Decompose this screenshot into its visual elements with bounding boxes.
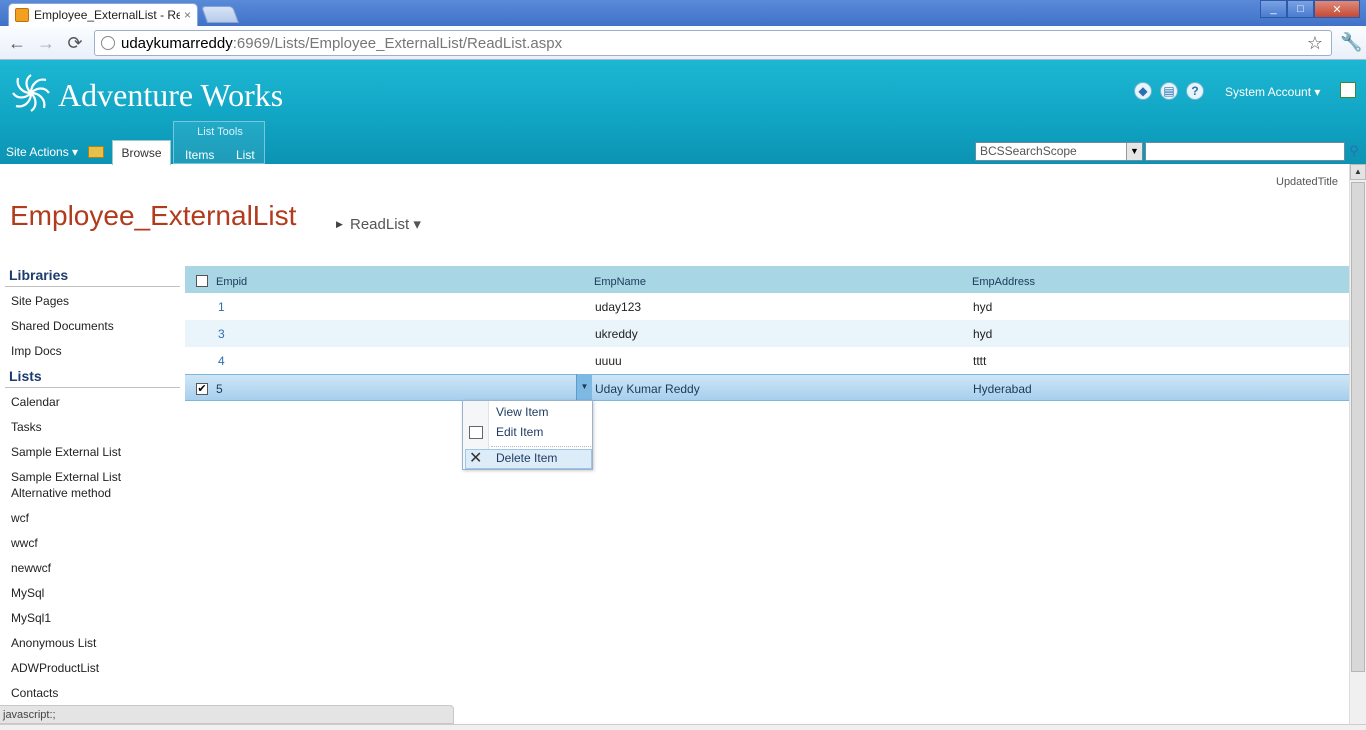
cell-empname: uday123: [595, 300, 642, 314]
scroll-thumb[interactable]: [1351, 182, 1365, 672]
header-icons: ◆ ▤ ?: [1134, 82, 1204, 100]
tab-browse[interactable]: Browse: [112, 140, 171, 165]
reload-button[interactable]: ⟳: [64, 32, 86, 54]
item-context-menu: View Item Edit Item ✕ Delete Item: [462, 400, 593, 470]
cell-empaddress: tttt: [973, 354, 987, 368]
quicklaunch-item[interactable]: MySql: [11, 585, 181, 601]
view-selector[interactable]: ReadList ▾: [350, 215, 421, 233]
close-window-button[interactable]: ✕: [1314, 0, 1360, 18]
quicklaunch-item[interactable]: wwcf: [11, 535, 181, 551]
quicklaunch-item[interactable]: Calendar: [11, 394, 181, 410]
quicklaunch-item[interactable]: newwcf: [11, 560, 181, 576]
cell-empaddress: hyd: [973, 300, 993, 314]
tag-icon[interactable]: ◆: [1134, 82, 1152, 100]
minimize-button[interactable]: _: [1260, 0, 1287, 18]
dropdown-arrow-icon[interactable]: ▼: [1126, 143, 1142, 160]
column-header-empname[interactable]: EmpName: [594, 276, 646, 288]
quicklaunch-item[interactable]: Shared Documents: [11, 318, 181, 334]
menu-item-view[interactable]: View Item: [496, 405, 548, 419]
tab-title: Employee_ExternalList - Reac: [34, 8, 180, 22]
column-header-empaddress[interactable]: EmpAddress: [972, 276, 1035, 288]
list-tools-group: List Tools Items List: [173, 121, 265, 164]
select-all-checkbox[interactable]: [196, 275, 208, 287]
column-header-empid[interactable]: Empid: [216, 276, 247, 288]
row-checkbox[interactable]: ✔: [196, 383, 208, 395]
table-row[interactable]: 3 ukreddy hyd: [185, 320, 1349, 347]
site-title[interactable]: Adventure Works: [58, 77, 283, 114]
navigate-up-icon[interactable]: [88, 146, 104, 158]
quicklaunch-item[interactable]: Imp Docs: [11, 343, 181, 359]
quicklaunch-item[interactable]: ADWProductList: [11, 660, 181, 676]
favicon-icon: [15, 8, 29, 22]
social-notes-icon[interactable]: ▤: [1160, 82, 1178, 100]
cell-empname: uuuu: [595, 354, 622, 368]
cell-empid[interactable]: 4: [218, 354, 225, 368]
table-row[interactable]: 1 uday123 hyd: [185, 293, 1349, 320]
delete-icon: ✕: [469, 450, 483, 467]
menu-separator: [491, 446, 591, 447]
quicklaunch-item[interactable]: Anonymous List: [11, 635, 181, 651]
quicklaunch-item[interactable]: Site Pages: [11, 293, 181, 309]
quicklaunch-item[interactable]: wcf: [11, 510, 181, 526]
quicklaunch-item[interactable]: Tasks: [11, 419, 181, 435]
updated-title-link[interactable]: UpdatedTitle: [1276, 176, 1338, 188]
search-input[interactable]: [1145, 142, 1345, 161]
search-scope-value: BCSSearchScope: [980, 144, 1077, 158]
list-tools-label: List Tools: [197, 126, 243, 138]
quicklaunch-item[interactable]: MySql1: [11, 610, 181, 626]
quicklaunch-item[interactable]: Sample External List Alternative method: [11, 469, 131, 501]
quicklaunch-libraries-heading[interactable]: Libraries: [9, 267, 68, 283]
table-row-selected[interactable]: ✔ 5 Uday Kumar Reddy Hyderabad: [185, 374, 1349, 401]
site-header: Adventure Works ◆ ▤ ? System Account ▾ S…: [0, 60, 1366, 165]
address-bar[interactable]: udaykumarreddy:6969/Lists/Employee_Exter…: [94, 30, 1332, 56]
grid-header: Empid EmpName EmpAddress: [185, 266, 1349, 293]
maximize-button[interactable]: □: [1287, 0, 1314, 18]
wrench-menu-icon[interactable]: 🔧: [1340, 32, 1362, 53]
cell-empname: ukreddy: [595, 327, 638, 341]
cell-empaddress: Hyderabad: [973, 382, 1032, 396]
edit-icon: [469, 426, 483, 439]
cell-empid[interactable]: 5: [216, 382, 223, 396]
excel-icon[interactable]: [1340, 82, 1356, 98]
search-icon[interactable]: ⚲: [1346, 143, 1362, 160]
forward-button[interactable]: →: [35, 32, 57, 54]
page-title[interactable]: Employee_ExternalList: [10, 200, 296, 232]
vertical-scrollbar[interactable]: ▲: [1349, 164, 1366, 724]
breadcrumb-arrow-icon: ▶: [336, 219, 343, 229]
bookmark-star-icon[interactable]: ☆: [1307, 33, 1323, 54]
cell-empid[interactable]: 1: [218, 300, 225, 314]
help-icon[interactable]: ?: [1186, 82, 1204, 100]
quicklaunch-item[interactable]: Contacts: [11, 685, 181, 701]
scroll-up-icon[interactable]: ▲: [1350, 164, 1366, 180]
new-tab-button[interactable]: [200, 6, 240, 23]
url-path: :6969/Lists/Employee_ExternalList/ReadLi…: [232, 34, 563, 52]
menu-item-edit[interactable]: Edit Item: [496, 425, 543, 439]
cell-empname: Uday Kumar Reddy: [595, 382, 700, 396]
globe-icon: [101, 36, 115, 50]
window-controls: _ □ ✕: [1260, 0, 1360, 18]
back-button[interactable]: ←: [6, 32, 28, 54]
url-host: udaykumarreddy: [121, 34, 233, 52]
tab-close-icon[interactable]: ×: [184, 8, 191, 22]
cell-empaddress: hyd: [973, 327, 993, 341]
user-menu[interactable]: System Account ▾: [1225, 85, 1320, 99]
divider: [5, 387, 180, 388]
table-row[interactable]: 4 uuuu tttt: [185, 347, 1349, 374]
item-menu-arrow-icon[interactable]: ▼: [576, 374, 592, 400]
quicklaunch-lists-heading[interactable]: Lists: [9, 368, 42, 384]
browser-toolbar: ← → ⟳ udaykumarreddy:6969/Lists/Employee…: [0, 26, 1366, 60]
tab-list[interactable]: List: [236, 148, 255, 162]
menu-item-delete[interactable]: Delete Item: [496, 451, 557, 465]
divider: [5, 286, 180, 287]
window-bottom-edge: [0, 724, 1366, 730]
quicklaunch-item[interactable]: Sample External List: [11, 444, 181, 460]
browser-titlebar: Employee_ExternalList - Reac × _ □ ✕: [0, 0, 1366, 26]
site-actions-menu[interactable]: Site Actions ▾: [6, 145, 78, 159]
tab-items[interactable]: Items: [185, 148, 214, 162]
status-bar: javascript:;: [0, 705, 454, 724]
adventure-works-logo-icon: [12, 74, 50, 112]
search-scope-select[interactable]: BCSSearchScope ▼: [975, 142, 1143, 161]
cell-empid[interactable]: 3: [218, 327, 225, 341]
browser-tab[interactable]: Employee_ExternalList - Reac ×: [8, 3, 198, 26]
